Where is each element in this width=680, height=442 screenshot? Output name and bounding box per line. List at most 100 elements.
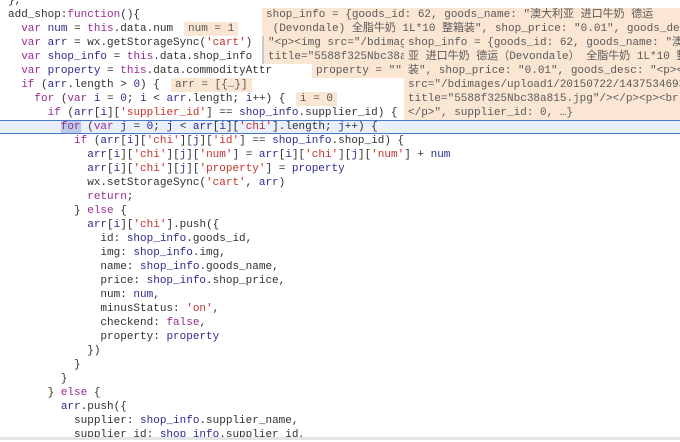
code-token: num: [8, 289, 134, 301]
code-line[interactable]: property: property [8, 330, 680, 344]
code-token: { [87, 387, 101, 399]
code-line[interactable]: }, [8, 0, 680, 8]
code-token: arr [87, 163, 108, 175]
code-line[interactable]: checkend: false, [8, 316, 680, 330]
code-token: ( [60, 107, 75, 119]
popup-line: src="/bdimages/upload1/20150722/14375346… [408, 79, 680, 91]
code-token: } [8, 205, 88, 217]
code-token: 'cart' [206, 177, 246, 189]
code-token: wx.setStorageSync( [8, 177, 207, 189]
inline-value-i: i = 0 [296, 92, 338, 106]
code-line[interactable]: } [8, 372, 680, 386]
code-line[interactable]: arr[i]['chi'][j]['num'] = arr[i]['chi'][… [8, 148, 680, 162]
code-line[interactable]: img: shop_info.img, [8, 246, 680, 260]
code-token: ][ [225, 121, 240, 133]
code-token: arr [100, 135, 121, 147]
code-token: arr [258, 177, 279, 189]
code-token: [ [120, 135, 127, 147]
code-token: .shop_id) { [331, 135, 405, 147]
popup-line: title="5588f325Nbc38a815.jpg"/></p><p><b… [408, 93, 679, 105]
current-statement-token: for [60, 121, 81, 133]
code-token: 'chi' [239, 121, 273, 133]
code-line[interactable]: minusStatus: 'on', [8, 302, 680, 316]
code-token: arr [166, 93, 187, 105]
code-line[interactable]: if (arr[i]['chi'][j]['id'] == shop_info.… [8, 134, 680, 148]
code-token: ++) { [344, 121, 378, 133]
code-token: = [100, 93, 121, 105]
code-token: var [21, 23, 42, 35]
code-line[interactable]: } else { [8, 386, 680, 400]
code-token: var [21, 65, 42, 77]
code-token: arr [87, 219, 108, 231]
code-line[interactable]: }) [8, 344, 680, 358]
code-token: num [133, 289, 154, 301]
code-token: 0 [120, 93, 127, 105]
code-line[interactable]: num: num, [8, 288, 680, 302]
code-token: function [67, 9, 121, 21]
code-token: ][ [186, 149, 200, 161]
code-line[interactable]: arr[i]['chi'][j]['property'] = property [8, 162, 680, 176]
code-token: 'supplier_id' [120, 107, 207, 119]
code-token: ] + [404, 149, 431, 161]
code-token: < [173, 121, 193, 133]
code-token: }) [8, 345, 101, 357]
code-line[interactable]: name: shop_info.goods_name, [8, 260, 680, 274]
popup-line: </p>", supplier_id: 0, …} [408, 107, 574, 119]
code-token: 'chi' [133, 163, 167, 175]
code-token: .length > [67, 79, 134, 91]
inline-value-arr-content: "<p><img src="/bdimages title="5588f325Nb… [262, 36, 406, 64]
code-token: ] = [265, 163, 292, 175]
code-line[interactable]: id: shop_info.goods_id, [8, 232, 680, 246]
code-token: .length; [186, 93, 246, 105]
code-token: ][ [120, 219, 134, 231]
code-token: ][ [120, 149, 134, 161]
code-token: = wx.getStorageSync( [67, 37, 207, 49]
code-line[interactable]: arr.push({ [8, 400, 680, 414]
code-token: } [8, 359, 81, 371]
code-token: 'on' [186, 303, 213, 315]
code-token: .supplier_name, [199, 415, 299, 427]
current-execution-line[interactable]: for (var j = 0; j < arr[i]['chi'].length… [0, 120, 680, 134]
code-token: ][ [120, 163, 134, 175]
code-token: num [47, 23, 68, 35]
code-token: ][ [338, 149, 352, 161]
code-token: name: [8, 261, 141, 273]
code-token: ; [126, 93, 141, 105]
code-line[interactable]: supplier: shop_info.supplier_name, [8, 414, 680, 428]
code-token: arr [192, 121, 213, 133]
code-token: var [21, 51, 42, 63]
code-line[interactable]: price: shop_info.shop_price, [8, 274, 680, 288]
code-line[interactable]: } else { [8, 204, 680, 218]
code-token: , [153, 289, 160, 301]
code-token: ][ [166, 149, 180, 161]
code-token: arr [258, 149, 279, 161]
code-token: 'chi' [133, 219, 167, 231]
code-token: i [219, 121, 226, 133]
popup-line: shop_info = {goods_id: 62, goods_name: "… [266, 9, 654, 21]
popup-line: 装", shop_price: "0.01", goods_desc: "<p>… [408, 65, 680, 77]
popup-line: title="5588f325Nbc38a815 [268, 51, 406, 63]
code-token: this [126, 51, 154, 63]
code-token: 'num' [371, 149, 405, 161]
code-token: .goods_id, [186, 233, 253, 245]
code-line[interactable]: } [8, 358, 680, 372]
code-token: .data.num [113, 23, 174, 35]
code-token: 'cart' [206, 37, 246, 49]
code-line[interactable]: arr[i]['chi'].push({ [8, 218, 680, 232]
code-token: ][ [179, 135, 193, 147]
code-token: ].push({ [166, 219, 220, 231]
code-token: ( [80, 121, 94, 133]
code-token: i [140, 93, 147, 105]
code-line[interactable]: wx.setStorageSync('cart', arr) [8, 176, 680, 190]
code-token: ; [126, 191, 134, 203]
code-line[interactable]: return; [8, 190, 680, 204]
code-token: .goods_name, [199, 261, 279, 273]
code-token: ) { [140, 79, 160, 91]
code-token: .img, [192, 247, 226, 259]
